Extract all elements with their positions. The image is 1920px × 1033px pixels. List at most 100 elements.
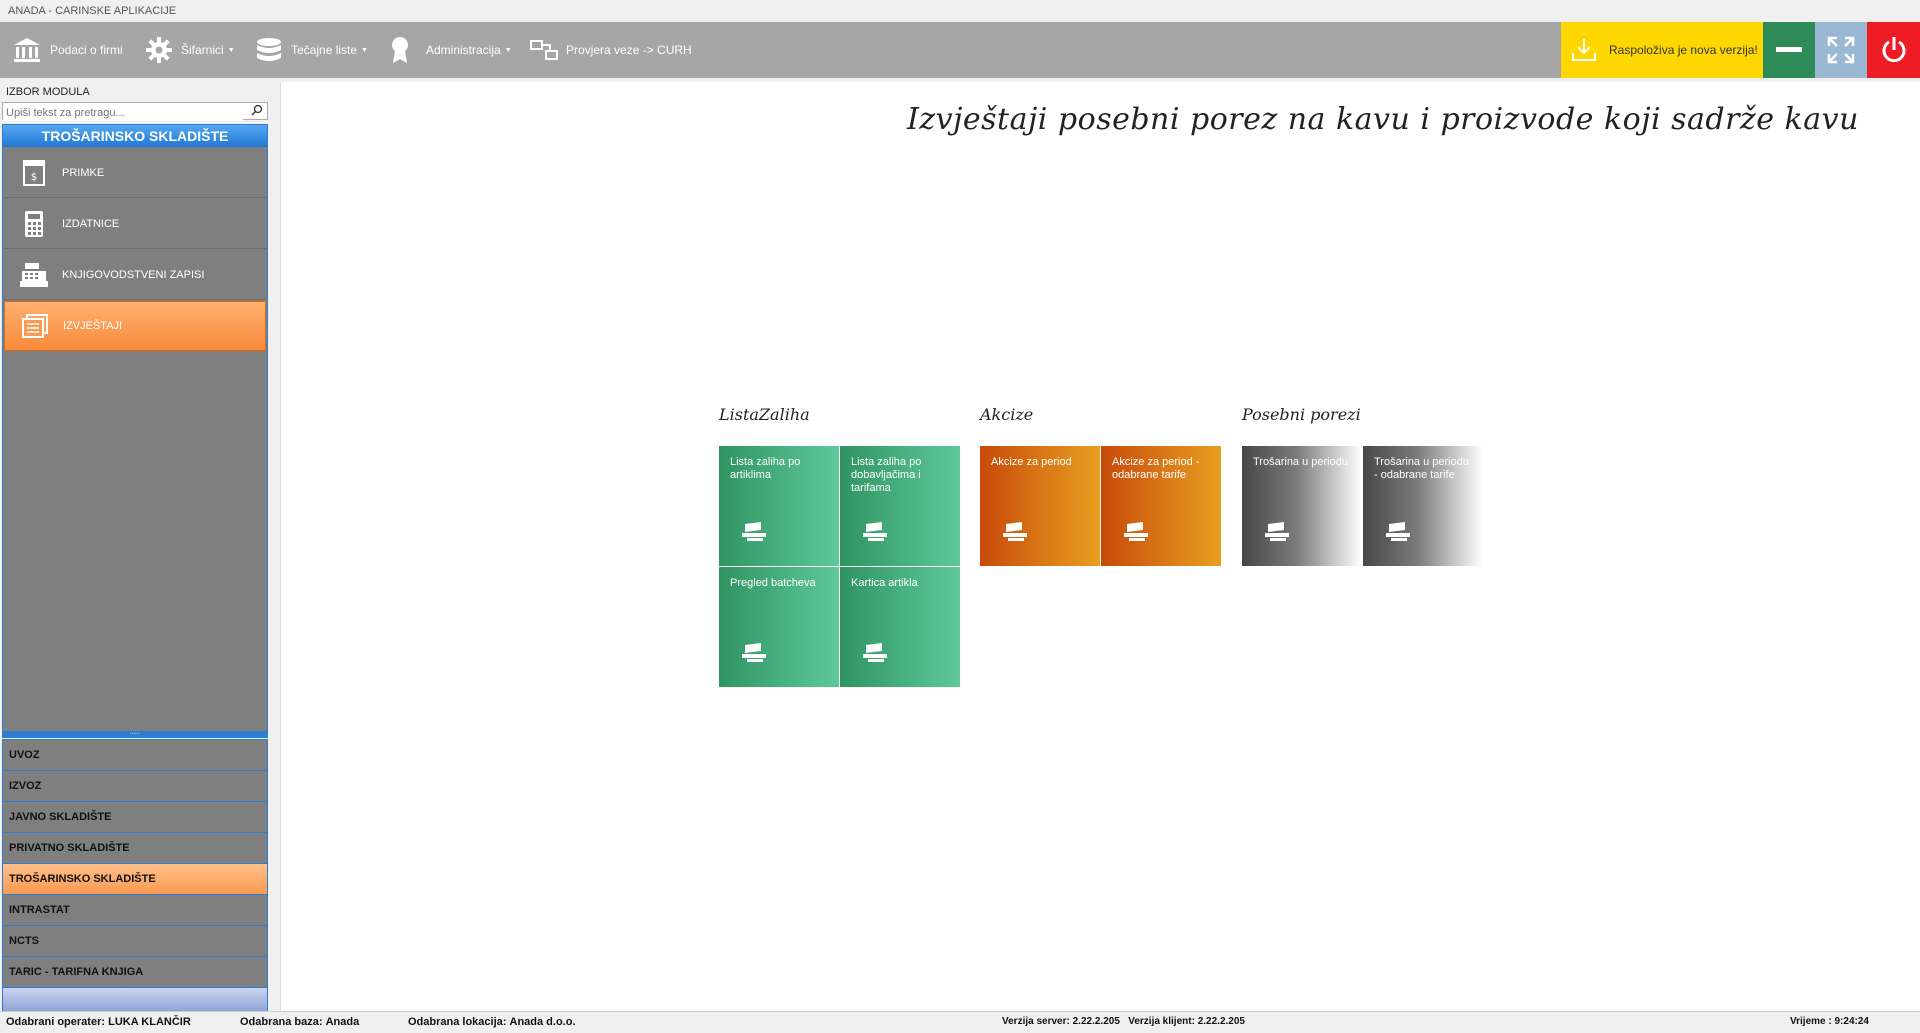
module-taric[interactable]: TARIC - TARIFNA KNJIGA (2, 956, 268, 987)
cash-register-icon (20, 262, 48, 287)
toolbar-label: Administracija (426, 43, 501, 57)
tile-label: Akcize za period (991, 456, 1072, 468)
sidebar-item-label: IZVJEŠTAJI (63, 320, 123, 332)
maximize-button[interactable] (1815, 22, 1867, 78)
tile-label: Lista zaliha po dobavljačima i tarifama (851, 456, 922, 494)
report-tile-icon (742, 522, 766, 541)
tile-label: Trošarina u periodu - odabrane tarife (1374, 456, 1469, 481)
new-version-label: Raspoloživa je nova verzija! (1609, 43, 1758, 57)
tile-label: Pregled batcheva (730, 577, 816, 589)
module-list: UVOZ IZVOZ JAVNO SKLADIŠTE PRIVATNO SKLA… (2, 739, 268, 1013)
receipt-icon: $ (23, 159, 45, 186)
minimize-button[interactable] (1763, 22, 1815, 78)
toolbar-label: Podaci o firmi (50, 43, 123, 57)
tile-trosarina-odabrane-tarife[interactable]: Trošarina u periodu - odabrane tarife (1363, 446, 1483, 566)
status-label: Verzija server: (1002, 1016, 1070, 1027)
toolbar-sifarnici[interactable]: Šifarnici ▼ (145, 22, 235, 78)
module-search-input[interactable] (3, 105, 243, 121)
izbor-modula-label: IZBOR MODULA (6, 86, 90, 98)
module-javno-skladiste[interactable]: JAVNO SKLADIŠTE (2, 801, 268, 832)
sidebar-item-primke[interactable]: $ PRIMKE (4, 148, 266, 198)
module-search (2, 102, 268, 121)
status-bar: Odabrani operater: LUKA KLANČIR Odabrana… (0, 1011, 1920, 1033)
module-uvoz[interactable]: UVOZ (2, 739, 268, 770)
module-izvoz[interactable]: IZVOZ (2, 770, 268, 801)
new-version-button[interactable]: Raspoloživa je nova verzija! (1561, 22, 1763, 78)
sidebar-item-izvjestaji[interactable]: IZVJEŠTAJI (4, 301, 266, 351)
chevron-down-icon: ▼ (227, 46, 235, 54)
chevron-down-icon: ▼ (361, 46, 368, 54)
bank-icon (14, 38, 40, 62)
toolbar-label: Šifarnici (181, 43, 224, 57)
module-sidebar: IZBOR MODULA TROŠARINSKO SKLADIŠTE $ PRI… (0, 82, 270, 1013)
group-title-posebni-porezi: Posebni porezi (1242, 405, 1361, 424)
status-label: Odabrana baza: (240, 1016, 323, 1028)
module-ncts[interactable]: NCTS (2, 925, 268, 956)
tile-label: Trošarina u periodu (1253, 456, 1348, 468)
status-label: Vrijeme : (1790, 1016, 1832, 1027)
chevron-down-icon: ▼ (504, 46, 512, 54)
report-tile-icon (1265, 522, 1289, 541)
group-title-lista-zaliha: ListaZaliha (719, 405, 810, 424)
toolbar-label: Tečajne liste (291, 43, 358, 57)
report-tile-icon (863, 522, 887, 541)
sidebar-item-label: PRIMKE (62, 166, 105, 179)
status-label: Verzija klijent: (1128, 1016, 1195, 1027)
network-icon (530, 40, 558, 60)
search-icon[interactable] (251, 104, 263, 116)
status-lokacija: Odabrana lokacija: Anada d.o.o. (408, 1016, 576, 1028)
power-off-button[interactable] (1867, 22, 1920, 78)
tile-lista-zaliha-po-artiklima[interactable]: Lista zaliha po artiklima (719, 446, 839, 566)
sidebar-item-knjigovodstveni-zapisi[interactable]: KNJIGOVODSTVENI ZAPISI (4, 250, 266, 300)
sidebar-item-izdatnice[interactable]: IZDATNICE (4, 199, 266, 249)
page-title: Izvještaji posebni porez na kavu i proiz… (907, 102, 1859, 137)
sidebar-item-label: IZDATNICE (62, 217, 120, 230)
status-baza: Odabrana baza: Anada (240, 1016, 359, 1028)
report-tile-icon (1003, 522, 1027, 541)
window-title: ANADA - CARINSKE APLIKACIJE (0, 0, 1920, 22)
status-vrijeme: Vrijeme : 9:24:24 (1790, 1016, 1869, 1027)
tile-akcize-za-period[interactable]: Akcize za period (980, 446, 1100, 566)
module-title: TROŠARINSKO SKLADIŠTE (3, 125, 267, 147)
app-window: ANADA - CARINSKE APLIKACIJE Podaci o fir… (0, 0, 1920, 1033)
tile-kartica-artikla[interactable]: Kartica artikla (840, 567, 960, 687)
toolbar-label: Provjera veze -> CURH (566, 43, 692, 57)
toolbar-tecajne-liste[interactable]: Tečajne liste ▼ (255, 22, 368, 78)
expand-icon (1827, 36, 1855, 64)
sidebar-item-label: KNJIGOVODSTVENI ZAPISI (62, 268, 205, 281)
calculator-icon (25, 210, 43, 237)
toolbar-administracija[interactable]: Administracija ▼ (388, 22, 512, 78)
tile-trosarina-u-periodu[interactable]: Trošarina u periodu (1242, 446, 1362, 566)
download-icon (1572, 39, 1596, 61)
svg-text:$: $ (31, 172, 37, 183)
module-trosarinsko-skladiste[interactable]: TROŠARINSKO SKLADIŠTE (2, 863, 268, 894)
report-tile-icon (742, 643, 766, 662)
power-icon (1882, 37, 1905, 63)
tile-label: Akcize za period - odabrane tarife (1112, 456, 1200, 481)
tile-label: Lista zaliha po artiklima (730, 456, 801, 481)
tile-lista-zaliha-po-dobavljacima[interactable]: Lista zaliha po dobavljačima i tarifama (840, 446, 960, 566)
tile-label: Kartica artikla (851, 577, 918, 589)
status-value: Anada (325, 1016, 360, 1028)
toolbar-provjera-veze[interactable]: Provjera veze -> CURH (530, 22, 692, 78)
main-content: Izvještaji posebni porez na kavu i proiz… (280, 82, 1920, 1011)
tile-akcize-odabrane-tarife[interactable]: Akcize za period - odabrane tarife (1101, 446, 1221, 566)
status-value: 9:24:24 (1834, 1016, 1869, 1027)
group-title-akcize: Akcize (980, 405, 1034, 424)
status-value: 2.22.2.205 (1197, 1016, 1245, 1027)
status-operater: Odabrani operater: LUKA KLANČIR (6, 1016, 191, 1028)
module-privatno-skladiste[interactable]: PRIVATNO SKLADIŠTE (2, 832, 268, 863)
main-toolbar: Podaci o firmi Šifarnici ▼ Tečajne liste ▼… (0, 22, 1920, 78)
status-verzija: Verzija server: 2.22.2.205 Verzija klije… (1002, 1016, 1245, 1027)
report-tile-icon (1124, 522, 1148, 541)
status-value: LUKA KLANČIR (108, 1016, 191, 1028)
award-icon (392, 37, 408, 63)
tile-pregled-batcheva[interactable]: Pregled batcheva (719, 567, 839, 687)
panel-splitter[interactable]: ...... (3, 730, 267, 737)
module-intrastat[interactable]: INTRASTAT (2, 894, 268, 925)
toolbar-podaci-o-firmi[interactable]: Podaci o firmi (12, 22, 123, 78)
module-panel: TROŠARINSKO SKLADIŠTE $ PRIMKE IZDATNICE… (2, 124, 268, 738)
status-label: Odabrana lokacija: (408, 1016, 507, 1028)
reports-icon (22, 314, 48, 338)
report-tile-icon (1386, 522, 1410, 541)
